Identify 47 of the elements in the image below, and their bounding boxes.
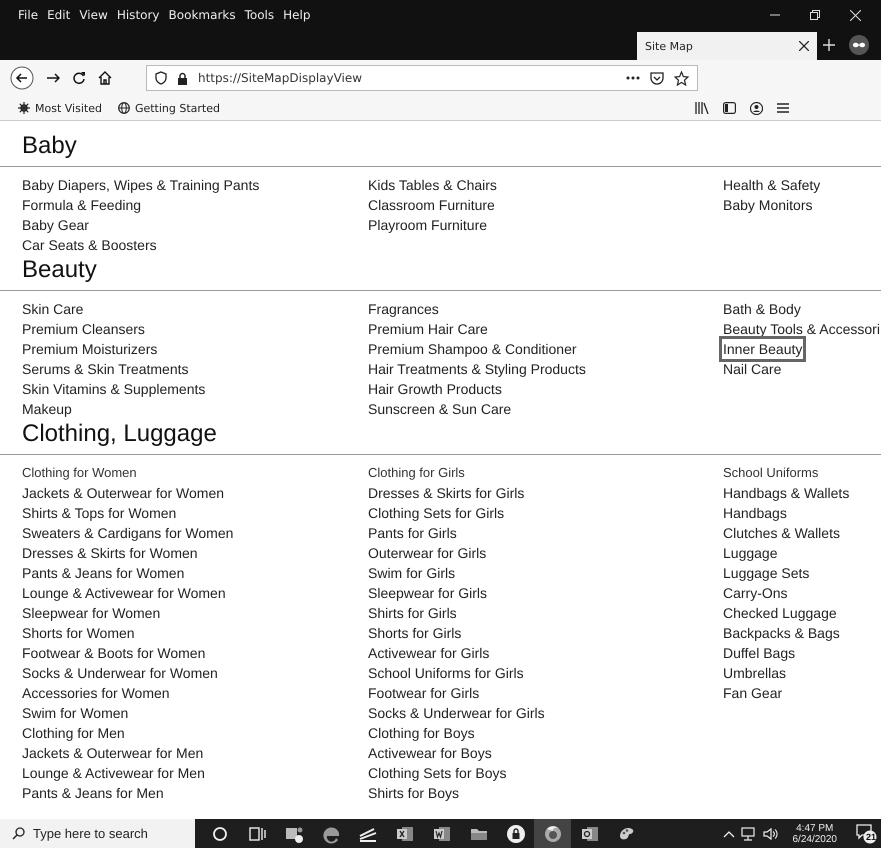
search-icon <box>12 827 25 840</box>
chevron-up-icon[interactable] <box>722 830 734 838</box>
bookmark-link[interactable]: Most Visited <box>35 102 102 114</box>
menu-item[interactable]: Edit <box>47 6 70 24</box>
clock-date[interactable]: 6/24/2020 <box>792 834 837 844</box>
library-icon[interactable] <box>695 102 709 114</box>
menu-item[interactable]: View <box>79 6 108 24</box>
address-bar[interactable]: https://SiteMapDisplayView <box>146 65 698 91</box>
section-heading: Clothing, Luggage <box>22 419 218 449</box>
mask-icon[interactable] <box>849 35 869 55</box>
category-link[interactable]: Inner Beauty <box>719 336 806 362</box>
globe-icon <box>118 102 130 114</box>
menu-item[interactable]: History <box>116 6 160 24</box>
account-icon[interactable] <box>750 102 763 114</box>
section-heading: Baby <box>22 131 78 161</box>
reload-icon[interactable] <box>72 71 86 85</box>
more-icon[interactable] <box>626 76 640 80</box>
notification-button[interactable]: 21 <box>851 819 881 848</box>
menu-item[interactable]: Tools <box>244 6 274 24</box>
gear-icon <box>18 102 30 114</box>
clock-time[interactable]: 4:47 PM <box>796 822 834 834</box>
category-heading[interactable]: Clothing for Girls <box>368 463 465 483</box>
menu-item[interactable]: Bookmarks <box>168 6 236 24</box>
browser-tab[interactable]: Site Map <box>637 32 817 60</box>
category-heading[interactable]: Clothing for Women <box>22 463 137 483</box>
star-icon[interactable] <box>674 70 689 86</box>
network-icon[interactable] <box>740 826 756 840</box>
close-icon[interactable] <box>799 41 809 51</box>
back-icon[interactable] <box>10 66 34 90</box>
firefox-icon[interactable] <box>542 824 562 844</box>
volume-icon[interactable] <box>762 826 778 840</box>
sidebar-icon[interactable] <box>723 102 736 114</box>
section-heading: Beauty <box>22 255 98 285</box>
forward-icon[interactable] <box>46 71 60 85</box>
bookmark-link[interactable]: Getting Started <box>134 102 220 114</box>
shield-icon[interactable] <box>155 71 167 85</box>
search-field[interactable]: Type here to search <box>0 819 195 848</box>
menu-item[interactable]: File <box>18 6 38 24</box>
restore-icon[interactable] <box>810 10 820 20</box>
plus-icon[interactable] <box>823 39 835 51</box>
lock-icon <box>177 72 188 84</box>
menu-icon[interactable] <box>777 103 789 113</box>
category-heading[interactable]: School Uniforms <box>723 463 818 483</box>
menu-item[interactable]: Help <box>283 6 310 24</box>
lock-icon[interactable] <box>506 824 526 844</box>
pocket-icon[interactable] <box>650 71 664 85</box>
home-icon[interactable] <box>98 71 112 85</box>
